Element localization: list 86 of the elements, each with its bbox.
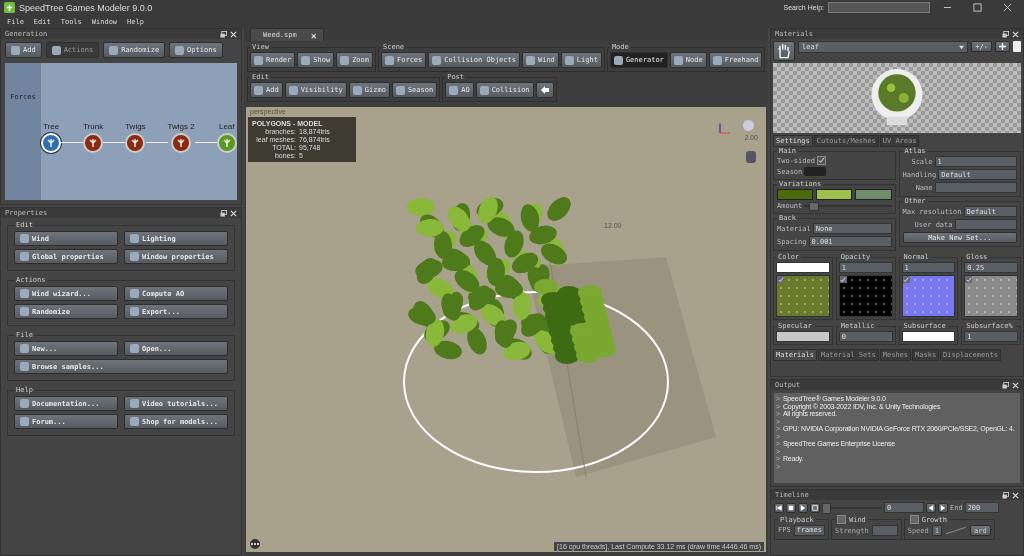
checkbox[interactable] — [836, 515, 846, 524]
clipboard-icon[interactable] — [1013, 41, 1021, 52]
tree-node[interactable] — [216, 133, 237, 153]
tool-icon — [352, 85, 362, 95]
skip-start-button[interactable] — [774, 502, 784, 513]
texture-thumbnail[interactable] — [776, 275, 830, 317]
tool-icon — [51, 45, 61, 55]
tool-icon — [288, 85, 298, 95]
timeline-thumb[interactable] — [822, 502, 831, 514]
color-swatch[interactable] — [777, 189, 814, 200]
window-title: SpeedTree Games Modeler 9.0.0 — [19, 2, 153, 13]
texture-thumbnail[interactable] — [838, 275, 893, 317]
tool-icon — [340, 55, 350, 65]
close-tab-icon[interactable]: ✕ — [310, 29, 317, 41]
tool-icon — [673, 55, 683, 65]
tool-icon — [479, 85, 489, 95]
hand-tool-button[interactable] — [773, 41, 795, 61]
caret-icon — [959, 44, 965, 50]
close-icon[interactable] — [1012, 491, 1019, 499]
next-button[interactable] — [938, 502, 948, 513]
maximize-icon[interactable] — [972, 3, 982, 12]
branch-icon — [88, 138, 99, 148]
arrow-left-icon — [539, 85, 550, 95]
tool-icon — [712, 55, 722, 65]
slider-thumb[interactable] — [808, 202, 819, 211]
search-help-field[interactable] — [828, 2, 930, 13]
texture-thumbnail[interactable] — [901, 275, 956, 317]
tool-icon — [449, 85, 459, 95]
season-field[interactable] — [804, 167, 827, 176]
play-button[interactable] — [798, 502, 808, 513]
close-icon[interactable] — [1002, 3, 1012, 12]
node-label: Leaf — [218, 122, 235, 131]
tool-icon — [301, 55, 311, 65]
float-icon[interactable] — [1002, 30, 1009, 38]
color-swatch[interactable] — [776, 262, 830, 273]
color-swatch[interactable] — [901, 331, 956, 342]
tool-icon — [432, 55, 442, 65]
float-icon[interactable] — [220, 30, 227, 38]
close-icon[interactable] — [1012, 30, 1019, 38]
checkbox[interactable] — [909, 515, 919, 524]
record-button[interactable] — [810, 502, 820, 513]
tool-icon — [395, 85, 405, 95]
tool-icon — [109, 45, 119, 55]
curve-icon[interactable] — [944, 526, 967, 535]
tool-icon — [385, 55, 394, 65]
branch-icon — [221, 138, 232, 148]
name-field[interactable] — [934, 182, 1017, 193]
tree-node[interactable] — [125, 133, 146, 153]
tool-icon — [11, 45, 20, 55]
float-icon[interactable] — [1002, 491, 1009, 499]
previous-button[interactable] — [926, 502, 936, 513]
more-icon[interactable] — [250, 539, 260, 549]
stop-button[interactable] — [786, 502, 796, 513]
close-icon[interactable] — [230, 209, 237, 217]
tool-icon — [525, 55, 535, 65]
add-button[interactable] — [995, 41, 1010, 52]
close-icon[interactable] — [1012, 381, 1019, 389]
node-label: Twigs 2 — [167, 122, 195, 131]
user-data-field[interactable] — [954, 219, 1017, 230]
branch-icon — [46, 138, 56, 148]
tree-node[interactable] — [171, 133, 192, 153]
node-label: Trunk — [83, 122, 104, 131]
tool-icon — [254, 55, 263, 65]
color-swatch[interactable] — [816, 189, 853, 200]
node-label: Twigs — [125, 122, 146, 131]
app-logo-icon — [4, 2, 15, 13]
back-arrow-button[interactable] — [535, 82, 554, 98]
tool-icon — [613, 55, 623, 65]
close-icon[interactable] — [230, 30, 237, 38]
branch-icon — [130, 138, 141, 148]
color-swatch[interactable] — [776, 331, 830, 342]
tool-icon — [254, 85, 263, 95]
texture-thumbnail[interactable] — [964, 275, 1018, 317]
axis-gizmo-icon — [718, 121, 732, 135]
float-icon[interactable] — [220, 209, 227, 217]
float-icon[interactable] — [1002, 381, 1009, 389]
tree-node[interactable] — [83, 133, 104, 153]
branch-icon — [176, 138, 187, 148]
button-icon — [130, 344, 139, 353]
checkbox[interactable] — [816, 156, 826, 165]
node-label: Tree — [42, 122, 60, 131]
strength-field[interactable] — [871, 525, 898, 536]
color-swatch[interactable] — [855, 189, 892, 200]
tool-icon — [564, 55, 574, 65]
plus-icon — [999, 43, 1006, 50]
tool-icon — [175, 45, 185, 55]
